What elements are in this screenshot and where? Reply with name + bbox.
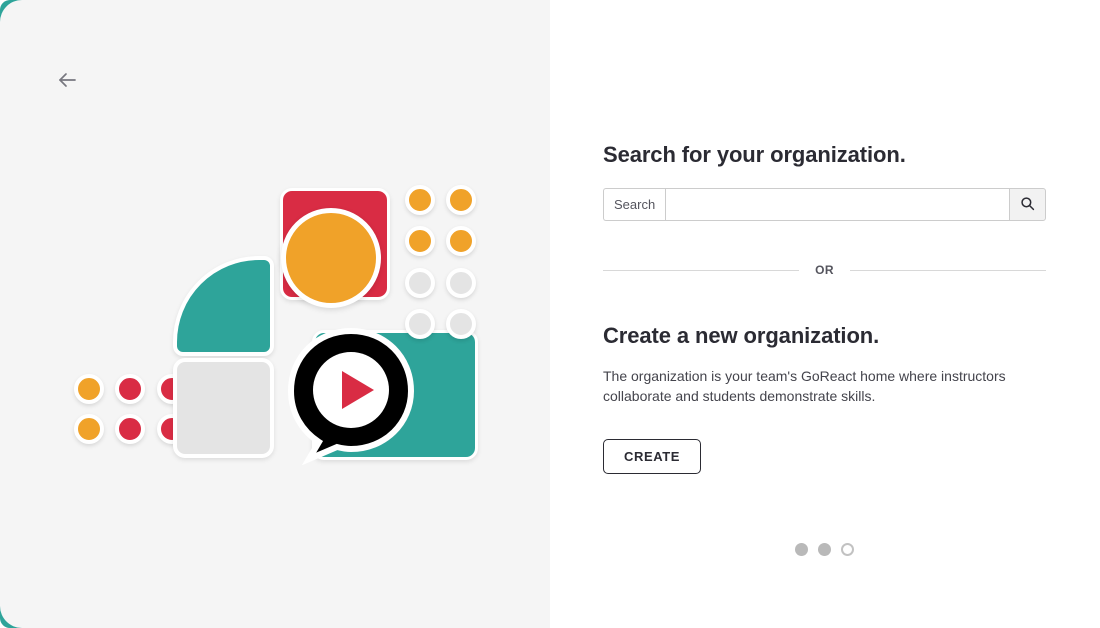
arrow-left-icon [55,68,79,95]
organization-illustration [60,170,490,480]
illustration-dot [115,414,145,444]
illustration-dot [405,185,435,215]
organization-setup-screen: Search for your organization. Search OR [0,0,1100,628]
create-button[interactable]: CREATE [603,438,702,474]
magnifier-icon [1020,196,1035,214]
illustration-orange-circle [281,208,381,308]
corner-accent-bottom-left [0,606,22,628]
search-input-group: Search [603,188,1046,221]
illustration-dot [405,268,435,298]
pagination-dot-2[interactable] [818,543,831,556]
illustration-dot [74,374,104,404]
illustration-teal-quarter-shape [173,256,274,356]
illustration-dot [446,309,476,339]
create-section-description: The organization is your team's GoReact … [603,368,1006,405]
illustration-dot [115,374,145,404]
pagination-dot-3[interactable] [841,543,854,556]
illustration-speech-bubble [285,325,418,466]
back-button[interactable] [50,64,84,98]
form-panel: Search for your organization. Search OR [550,0,1100,628]
illustration-dot [446,268,476,298]
illustration-dot [74,414,104,444]
search-section-heading: Search for your organization. [603,142,906,167]
corner-accent-top-left [0,0,22,22]
illustration-gray-square [173,358,274,458]
divider-line-right [849,269,1046,271]
illustration-dot [446,226,476,256]
illustration-dot [405,226,435,256]
search-input-addon-label: Search [603,188,666,221]
create-organization-section: Create a new organization. The organizat… [603,323,1046,474]
illustration-panel [0,0,550,628]
search-input[interactable] [665,188,1009,221]
divider-line-left [603,269,800,271]
search-submit-button[interactable] [1009,188,1046,221]
pagination-dot-1[interactable] [795,543,808,556]
pagination-dots [603,543,1046,556]
divider-label: OR [815,263,834,277]
or-divider: OR [603,263,1046,277]
create-section-heading: Create a new organization. [603,323,880,348]
illustration-dot [446,185,476,215]
